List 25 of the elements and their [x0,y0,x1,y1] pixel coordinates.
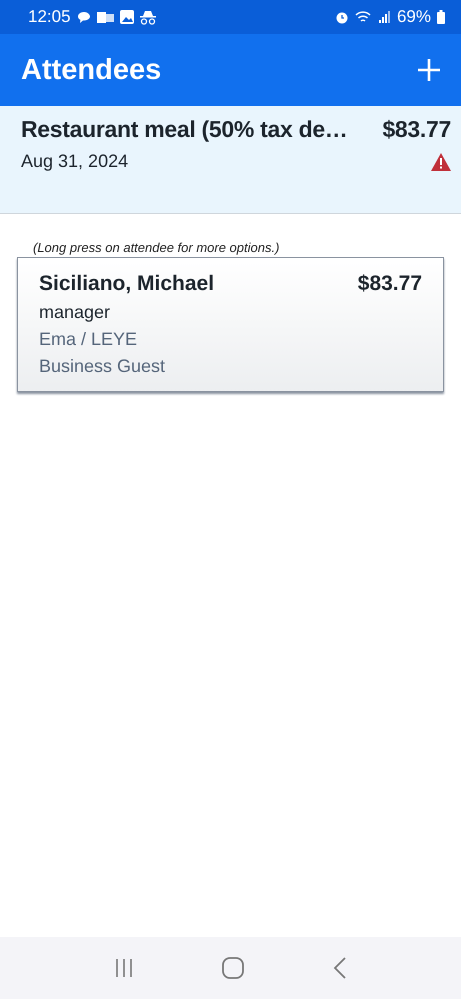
recent-apps-icon[interactable] [114,958,134,978]
battery-icon [437,10,445,24]
screen-title: Attendees [21,54,162,86]
wifi-icon [354,10,373,24]
expense-title: Restaurant meal (50% tax de… [21,116,348,143]
alarm-icon [334,10,349,24]
battery-percent: 69% [396,7,431,27]
attendee-card[interactable]: Siciliano, Michael $83.77 manager Ema / LEYE Business Guest [17,257,444,392]
signal-icon [378,11,391,23]
mail-icon [96,10,114,24]
attendee-company: Ema / LEYE [39,329,138,350]
add-button[interactable] [415,56,443,84]
status-time: 12:05 [28,7,71,27]
attendee-type: Business Guest [39,356,166,377]
incognito-icon [140,10,156,24]
hint-text: (Long press on attendee for more options.) [33,240,280,255]
expense-amount: $83.77 [382,116,451,143]
back-icon[interactable] [332,957,347,979]
home-icon[interactable] [222,957,244,979]
attendee-title: manager [39,302,112,323]
attendee-amount: $83.77 [358,272,422,296]
attendee-name: Siciliano, Michael [39,272,214,296]
image-icon [120,10,134,24]
chat-icon [76,10,91,24]
expense-date: Aug 31, 2024 [21,151,128,172]
